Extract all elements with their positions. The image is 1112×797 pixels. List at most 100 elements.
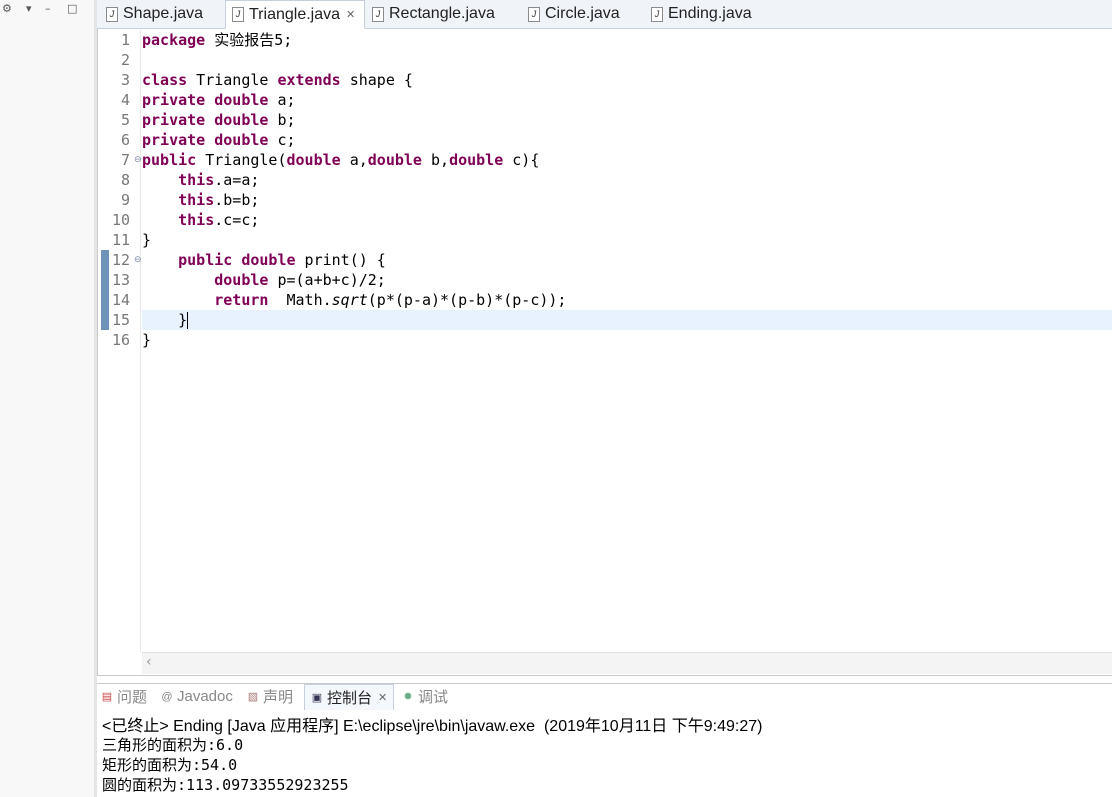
terminated-status: <已终止> Ending [Java 应用程序] E:\eclipse\jre\… [102, 718, 763, 735]
keyword-token: extends [277, 71, 341, 89]
console-line: 圆的面积为:113.09733552923255 [102, 776, 349, 794]
tab-problems[interactable]: ▤ 问题 [101, 684, 147, 709]
maximize-icon[interactable]: □ [67, 2, 77, 15]
keyword-token: return [214, 291, 269, 309]
code-token: b; [268, 111, 296, 129]
tab-console[interactable]: ▣ 控制台 ✕ [304, 684, 395, 710]
close-icon[interactable]: ✕ [346, 8, 355, 21]
line-number: 12 [111, 251, 130, 269]
line-number: 4 [120, 91, 130, 109]
code-line[interactable]: public Triangle(double a,double b,double… [142, 150, 539, 170]
code-token: c; [268, 131, 296, 149]
code-token: Triangle [187, 71, 278, 89]
keyword-token: this [178, 171, 215, 189]
line-number-gutter: 1 2 3 4 5 6 7 ⊖ 8 9 10 11 12 ⊖ 13 14 15 16 [110, 30, 142, 652]
code-editor[interactable]: package 实验报告5; class Triangle extends sha… [142, 30, 1112, 652]
code-line[interactable]: return Math.sqrt(p*(p-a)*(p-b)*(p-c)); [142, 290, 566, 310]
console-line: 三角形的面积为:6.0 [102, 736, 244, 754]
tab-triangle-java[interactable]: J Triangle.java ✕ [225, 0, 365, 29]
tab-shape-java[interactable]: J Shape.java [100, 0, 224, 28]
tab-javadoc[interactable]: @ Javadoc [161, 684, 233, 709]
view-menu-icon[interactable]: ⚙ [2, 2, 12, 15]
code-token: 实验报告5; [205, 31, 293, 49]
code-token: a; [268, 91, 296, 109]
tab-label: Circle.java [545, 5, 620, 22]
line-number: 16 [111, 331, 130, 349]
tab-declaration[interactable]: ▧ 声明 [247, 684, 293, 709]
code-line[interactable]: private double b; [142, 110, 296, 130]
code-line[interactable]: } [142, 310, 189, 330]
java-file-icon: J [106, 6, 118, 22]
minimize-icon[interactable]: – [45, 2, 51, 15]
tab-debug[interactable]: ✹ 调试 [402, 684, 448, 709]
console-line: 矩形的面积为:54.0 [102, 756, 238, 774]
overview-ruler [98, 30, 110, 652]
code-token: c){ [503, 151, 540, 169]
code-token: .b=b; [214, 191, 260, 209]
code-line[interactable]: this.c=c; [142, 210, 259, 230]
tab-circle-java[interactable]: J Circle.java [522, 0, 632, 28]
code-token: sqrt [331, 291, 368, 309]
tab-label: Triangle.java [249, 5, 341, 23]
keyword-token: double [214, 111, 269, 129]
code-token: } [142, 311, 188, 329]
line-number: 11 [111, 231, 130, 249]
line-number: 8 [120, 171, 130, 189]
line-number: 1 [120, 31, 130, 49]
scroll-left-icon[interactable]: ‹ [146, 654, 152, 670]
line-number: 5 [120, 111, 130, 129]
line-number: 9 [120, 191, 130, 209]
code-line[interactable]: class Triangle extends shape { [142, 70, 413, 90]
code-line[interactable]: public double print() { [142, 250, 386, 270]
fold-toggle-icon[interactable]: ⊖ [134, 250, 142, 270]
keyword-token: private [142, 131, 206, 149]
occurrence-marker [101, 250, 109, 330]
view-dropdown-icon[interactable]: ▾ [26, 2, 32, 15]
line-number: 13 [111, 271, 130, 289]
line-number: 10 [111, 211, 130, 229]
line-number: 6 [120, 131, 130, 149]
code-token: b, [421, 151, 450, 169]
keyword-token: double [367, 151, 422, 169]
keyword-token: double [214, 271, 269, 289]
code-token: Math. [268, 291, 332, 309]
code-token: .a=a; [214, 171, 260, 189]
java-file-icon: J [651, 6, 663, 22]
tab-label: Javadoc [177, 688, 233, 705]
keyword-token: double [214, 91, 269, 109]
fold-toggle-icon[interactable]: ⊖ [134, 150, 142, 170]
line-number: 15 [111, 311, 130, 329]
text-caret [187, 312, 189, 329]
tab-label: 声明 [263, 689, 294, 706]
tab-ending-java[interactable]: J Ending.java [645, 0, 765, 28]
code-line[interactable]: } [142, 330, 151, 350]
code-token: a, [340, 151, 368, 169]
code-line[interactable]: this.a=a; [142, 170, 259, 190]
horizontal-scrollbar[interactable]: ‹ [142, 652, 1112, 674]
code-line[interactable]: package 实验报告5; [142, 30, 292, 50]
line-number: 3 [120, 71, 130, 89]
keyword-token: private [142, 91, 206, 109]
tab-rectangle-java[interactable]: J Rectangle.java [366, 0, 516, 28]
debug-icon: ✹ [403, 690, 413, 703]
tab-label: 控制台 [327, 690, 373, 707]
code-token: .c=c; [214, 211, 260, 229]
declaration-icon: ▧ [247, 690, 259, 703]
console-output[interactable]: <已终止> Ending [Java 应用程序] E:\eclipse\jre\… [97, 710, 1112, 797]
code-line[interactable]: private double a; [142, 90, 296, 110]
code-line[interactable]: this.b=b; [142, 190, 259, 210]
close-icon[interactable]: ✕ [378, 691, 387, 704]
keyword-token: public [178, 251, 233, 269]
keyword-token: class [142, 71, 188, 89]
code-line[interactable]: private double c; [142, 130, 296, 150]
code-line[interactable]: double p=(a+b+c)/2; [142, 270, 386, 290]
bottom-panel-tabs: ▤ 问题 @ Javadoc ▧ 声明 ▣ 控制台 ✕ ✹ 调试 [97, 683, 1112, 710]
code-token: print() { [295, 251, 386, 269]
code-line[interactable]: } [142, 230, 151, 250]
